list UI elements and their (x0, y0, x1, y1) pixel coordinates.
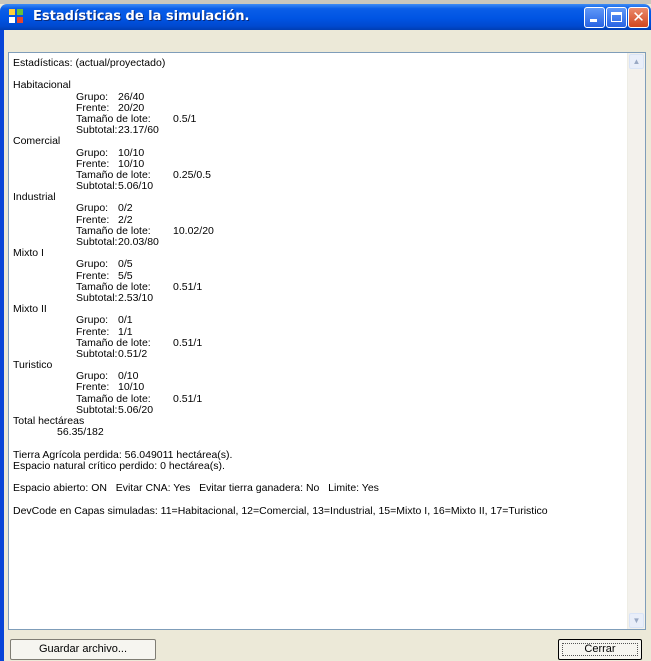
field-label: Frente: (76, 381, 110, 394)
field-value: 5/5 (118, 269, 133, 282)
statistics-content: Estadísticas: (actual/proyectado) Habita… (13, 57, 625, 517)
field-value: 20/20 (118, 101, 145, 114)
field-value: 5.06/20 (118, 403, 154, 416)
field-value: 0/2 (118, 202, 133, 215)
field-label: Grupo: (76, 202, 109, 215)
row-subtotal: Subtotal:23.17/60 (13, 124, 625, 137)
field-label: Grupo: (76, 258, 109, 271)
field-label: Subtotal: (76, 347, 118, 360)
field-value: 0.25/0.5 (173, 168, 211, 181)
espacio-natural-line: Espacio natural crítico perdido: 0 hectá… (13, 459, 225, 472)
title-bar[interactable]: Estadísticas de la simulación. ✕ (0, 4, 651, 30)
close-icon: ✕ (632, 8, 645, 26)
scroll-up-icon[interactable]: ▲ (629, 54, 644, 69)
field-label: Subtotal: (76, 291, 118, 304)
close-button[interactable]: Cerrar (558, 639, 642, 660)
row-frente: Frente: 10/10 (13, 382, 625, 393)
category-name: Comercial (13, 135, 61, 148)
field-value: 2.53/10 (118, 291, 154, 304)
row-grupo: Grupo: 0/2 (13, 203, 625, 214)
row-frente: Frente: 1/1 (13, 325, 625, 338)
category-name: Habitacional (13, 79, 71, 92)
field-label: Subtotal: (76, 180, 118, 193)
scroll-down-icon[interactable]: ▼ (629, 613, 644, 628)
field-value: 0.51/1 (173, 336, 203, 349)
window-title: Estadísticas de la simulación. (33, 9, 250, 24)
field-value: 0.51/1 (173, 392, 203, 405)
statistics-text-area[interactable]: Estadísticas: (actual/proyectado) Habita… (8, 52, 646, 630)
field-value: 1/1 (118, 325, 133, 338)
field-value: 20.03/80 (118, 236, 159, 248)
field-value: 0.5/1 (173, 112, 197, 125)
field-value: 0.51/2 (118, 347, 148, 360)
minimize-icon (590, 19, 597, 22)
app-grid-icon (9, 9, 25, 25)
window-frame-left (0, 30, 4, 661)
options-line: Espacio abierto: ON Evitar CNA: Yes Evit… (13, 482, 379, 495)
row-grupo: Grupo: 10/10 (13, 146, 625, 159)
minimize-button[interactable] (584, 7, 605, 28)
row-subtotal: Subtotal:5.06/10 (13, 180, 625, 193)
field-value: 10/10 (118, 146, 145, 159)
field-value: 0.51/1 (173, 280, 203, 293)
field-value: 10/10 (118, 157, 145, 170)
field-value: 10.02/20 (173, 224, 214, 237)
row-subtotal: Subtotal:20.03/80 (13, 236, 625, 248)
maximize-button[interactable] (606, 7, 627, 28)
field-value: 0/5 (118, 258, 133, 271)
field-value: 23.17/60 (118, 124, 159, 137)
category-list: Habitacional Grupo: 26/40 Frente: 20/20 Tamañ… (13, 80, 625, 416)
row-subtotal: Subtotal:2.53/10 (13, 291, 625, 304)
row-grupo: Grupo: 0/5 (13, 259, 625, 270)
field-value: 2/2 (118, 213, 133, 226)
field-label: Grupo: (76, 314, 109, 327)
field-value: 0/1 (118, 314, 133, 327)
field-label: Subtotal: (76, 124, 118, 137)
total-label: Total hectáreas (13, 415, 85, 427)
maximize-icon (611, 12, 622, 22)
row-grupo: Grupo: 0/1 (13, 315, 625, 326)
vertical-scrollbar[interactable]: ▲ ▼ (627, 53, 645, 629)
save-file-button[interactable]: Guardar archivo... (10, 639, 156, 660)
field-value: 10/10 (118, 381, 145, 394)
total-value: 56.35/182 (57, 426, 104, 439)
close-button-label: Cerrar (584, 643, 616, 655)
field-value: 26/40 (118, 90, 145, 103)
devcode-line: DevCode en Capas simuladas: 11=Habitacio… (13, 504, 548, 517)
field-value: 0/10 (118, 370, 139, 383)
row-subtotal: Subtotal:0.51/2 (13, 347, 625, 360)
close-window-button[interactable]: ✕ (628, 7, 649, 28)
field-value: 5.06/10 (118, 180, 154, 193)
field-label: Subtotal: (76, 236, 118, 248)
row-subtotal: Subtotal:5.06/20 (13, 403, 625, 416)
report-header: Estadísticas: (actual/proyectado) (13, 57, 166, 69)
